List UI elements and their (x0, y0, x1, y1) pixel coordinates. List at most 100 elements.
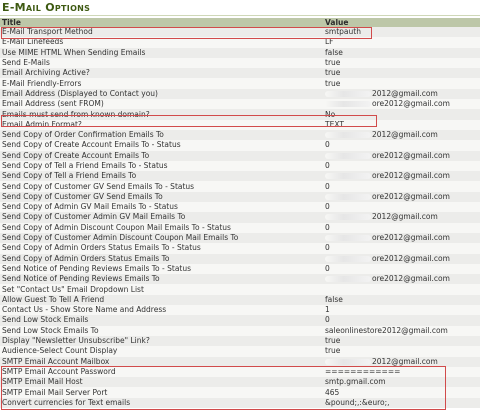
config-value-cell: ore2012@gmail.com (323, 191, 480, 203)
config-value: 1 (325, 305, 330, 315)
redaction-smear (325, 132, 371, 139)
table-row[interactable]: Send Copy of Customer GV Send Emails To o… (0, 191, 480, 203)
table-row[interactable]: Send Copy of Tell a Friend Emails To - S… (0, 160, 480, 172)
config-value: LF (325, 37, 334, 47)
config-value: TEXT (325, 119, 344, 129)
table-row[interactable]: E-Mail Transport Method smtpauth (0, 27, 480, 38)
config-value-cell: ore2012@gmail.com (323, 150, 480, 161)
config-value-cell: 0 (323, 202, 480, 213)
config-title: Send Low Stock Emails (0, 315, 323, 326)
config-title: Send Copy of Tell a Friend Emails To (0, 171, 323, 182)
table-row[interactable]: Allow Guest To Tell A Friend false (0, 294, 480, 306)
table-row[interactable]: Send Copy of Order Confirmation Emails T… (0, 129, 480, 141)
table-row[interactable]: Convert currencies for Text emails &pound… (0, 397, 480, 408)
config-value-cell: true (323, 335, 480, 347)
table-row[interactable]: Send Notice of Pending Reviews Emails To… (0, 274, 480, 285)
table-row[interactable]: Email Archiving Active? true (0, 68, 480, 79)
config-value-cell: 0 (323, 140, 480, 151)
table-row[interactable]: Display "Newsletter Unsubscribe" Link? tr… (0, 335, 480, 347)
config-title: Email Address (Displayed to Contact you) (0, 88, 323, 100)
table-row[interactable]: Send Copy of Customer GV Send Emails To … (0, 181, 480, 192)
config-value: ore2012@gmail.com (372, 233, 450, 243)
table-row[interactable]: Send Copy of Admin Discount Coupon Mail … (0, 222, 480, 233)
table-row[interactable]: Send Copy of Admin GV Mail Emails To - S… (0, 202, 480, 213)
config-value: 0 (325, 140, 330, 150)
table-row[interactable]: SMTP Email Mail Server Port 465 (0, 387, 480, 398)
table-row[interactable]: SMTP Email Account Password ============ (0, 366, 480, 378)
redaction-smear (325, 101, 371, 108)
column-header-value: Value (323, 18, 480, 27)
config-value-cell: ore2012@gmail.com (323, 99, 480, 110)
table-row[interactable]: Send Notice of Pending Reviews Emails To… (0, 263, 480, 275)
table-row[interactable]: Send Copy of Customer Admin Discount Cou… (0, 232, 480, 244)
redaction-smear (325, 255, 371, 262)
table-row[interactable]: Send Copy of Admin Orders Status Emails … (0, 243, 480, 254)
config-value: 2012@gmail.com (372, 130, 438, 140)
table-header-row: Title Value (0, 18, 480, 27)
table-row[interactable]: Send Copy of Tell a Friend Emails To ore2… (0, 171, 480, 182)
title-divider (0, 15, 480, 16)
redaction-smear (325, 276, 371, 283)
config-title: E-Mail Transport Method (0, 27, 323, 38)
table-row[interactable]: Use MIME HTML When Sending Emails false (0, 47, 480, 58)
config-value: true (325, 68, 341, 78)
table-row[interactable]: Set "Contact Us" Email Dropdown List (0, 284, 480, 295)
table-row[interactable]: SMTP Email Mail Host smtp.gmail.com (0, 377, 480, 388)
redaction-smear (325, 90, 371, 97)
table-row[interactable]: Send E-Mails true (0, 57, 480, 69)
config-value: false (325, 47, 343, 57)
table-row[interactable]: Send Copy of Customer Admin GV Mail Emai… (0, 212, 480, 223)
config-value: true (325, 346, 341, 356)
config-value-cell: 0 (323, 222, 480, 233)
table-row[interactable]: Send Copy of Create Account Emails To - … (0, 140, 480, 151)
config-value: true (325, 78, 341, 88)
table-row[interactable]: Email Admin Format? TEXT (0, 119, 480, 130)
config-title: Email Admin Format? (0, 119, 323, 130)
config-value-cell: 0 (323, 181, 480, 192)
table-row[interactable]: Send Copy of Create Account Emails To ore… (0, 150, 480, 161)
config-title: Send Copy of Create Account Emails To - … (0, 140, 323, 151)
table-row[interactable]: Emails must send from known domain? No (0, 109, 480, 120)
config-title: Use MIME HTML When Sending Emails (0, 47, 323, 58)
config-value: 2012@gmail.com (372, 88, 438, 98)
redaction-smear (325, 214, 371, 221)
table-row[interactable]: Email Address (Displayed to Contact you)… (0, 88, 480, 100)
config-value: 0 (325, 243, 330, 253)
config-value: true (325, 336, 341, 346)
table-row[interactable]: Send Low Stock Emails To saleonlinestore2… (0, 325, 480, 336)
table-row[interactable]: Send Copy of Admin Orders Status Emails … (0, 253, 480, 264)
config-value: smtp.gmail.com (325, 377, 386, 387)
config-title: SMTP Email Mail Server Port (0, 387, 323, 398)
config-value-cell: saleonlinestore2012@gmail.com (323, 325, 480, 336)
config-value-cell: 0 (323, 243, 480, 254)
redaction-smear (325, 235, 371, 242)
config-title: Send Copy of Admin Orders Status Emails … (0, 253, 323, 264)
table-row[interactable]: Send Low Stock Emails 0 (0, 315, 480, 326)
email-options-table: Title Value E-Mail Transport Method smtpa… (0, 18, 480, 408)
config-title: Send Copy of Customer Admin GV Mail Emai… (0, 212, 323, 223)
table-row[interactable]: Contact Us - Show Store Name and Address… (0, 305, 480, 316)
config-value: ore2012@gmail.com (372, 99, 450, 109)
config-value-cell: TEXT (323, 119, 480, 130)
config-value-cell: 2012@gmail.com (323, 212, 480, 223)
table-row[interactable]: E-Mail Linefeeds LF (0, 37, 480, 48)
redaction-smear (325, 193, 371, 200)
config-title: Send Copy of Customer GV Send Emails To … (0, 181, 323, 192)
table-row[interactable]: Audience-Select Count Display true (0, 346, 480, 357)
table-row[interactable]: E-Mail Friendly-Errors true (0, 78, 480, 89)
config-value-cell: true (323, 346, 480, 357)
config-value: &pound;,:&euro;, (325, 397, 390, 407)
config-value-cell: smtpauth (323, 27, 480, 38)
config-value-cell: 465 (323, 387, 480, 398)
config-value: 2012@gmail.com (372, 356, 438, 366)
table-row[interactable]: SMTP Email Account Mailbox 2012@gmail.com (0, 356, 480, 367)
config-value-cell: LF (323, 37, 480, 48)
table-row[interactable]: Email Address (sent FROM) ore2012@gmail.c… (0, 99, 480, 110)
config-value: ore2012@gmail.com (372, 253, 450, 263)
config-value: true (325, 58, 341, 68)
config-title: Email Archiving Active? (0, 68, 323, 79)
config-value: ore2012@gmail.com (372, 150, 450, 160)
config-title: Emails must send from known domain? (0, 109, 323, 120)
config-value: ore2012@gmail.com (372, 191, 450, 201)
config-value: 0 (325, 222, 330, 232)
